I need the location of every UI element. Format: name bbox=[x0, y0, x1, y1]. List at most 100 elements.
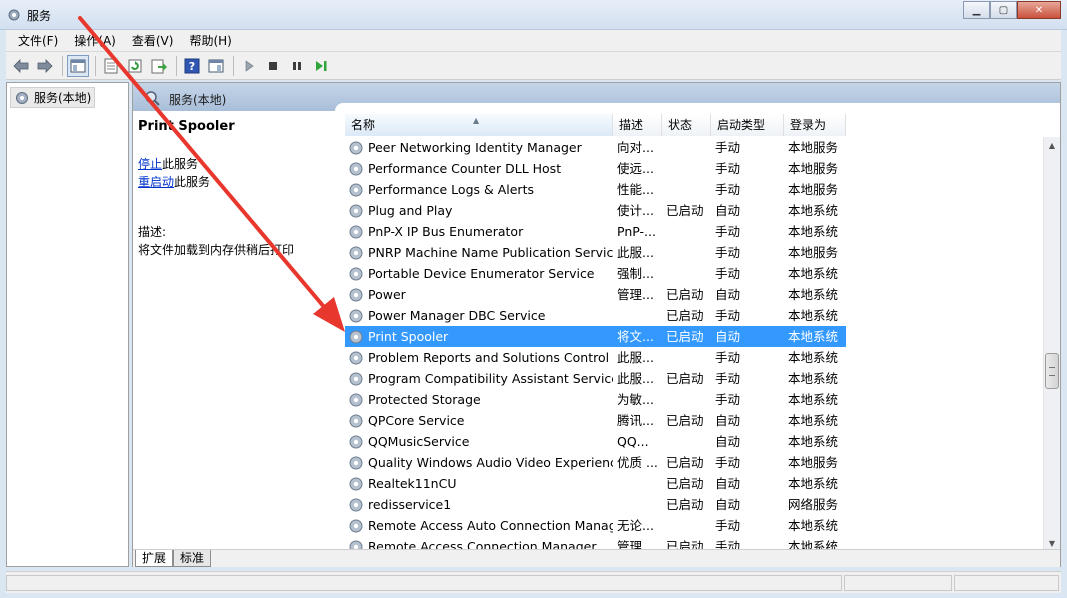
action-pane-button[interactable] bbox=[205, 55, 227, 77]
restart-service-link[interactable]: 重启动 bbox=[138, 175, 174, 189]
table-row[interactable]: Plug and Play 使计... 已启动 自动 本地系统 bbox=[345, 200, 846, 221]
tree-item-services-local[interactable]: 服务(本地) bbox=[10, 87, 96, 108]
service-startup-type: 自动 bbox=[715, 476, 741, 491]
service-name-cell: Portable Device Enumerator Service bbox=[345, 263, 613, 284]
service-status: 已启动 bbox=[666, 287, 704, 302]
service-startup-type: 手动 bbox=[715, 350, 741, 365]
start-service-button[interactable] bbox=[238, 55, 260, 77]
tab-extended[interactable]: 扩展 bbox=[135, 550, 174, 567]
table-row[interactable]: Remote Access Auto Connection Manager 无论.… bbox=[345, 515, 846, 536]
toolbar-separator bbox=[233, 55, 234, 76]
service-log-on-as: 本地系统 bbox=[788, 392, 839, 407]
table-row[interactable]: Problem Reports and Solutions Control ..… bbox=[345, 347, 846, 368]
column-header-log-on-as[interactable]: 登录为 bbox=[784, 114, 846, 136]
service-name: QQMusicService bbox=[368, 434, 470, 449]
table-row[interactable]: Power 管理... 已启动 自动 本地系统 bbox=[345, 284, 846, 305]
menu-file[interactable]: 文件(F) bbox=[10, 32, 66, 49]
service-log-on-as: 本地服务 bbox=[788, 140, 839, 155]
selected-service-title: Print Spooler bbox=[138, 119, 235, 134]
close-button[interactable]: ✕ bbox=[1017, 1, 1061, 19]
service-name-cell: Power Manager DBC Service bbox=[345, 305, 613, 326]
column-header-label: 描述 bbox=[619, 118, 644, 132]
service-gear-icon bbox=[349, 351, 363, 364]
table-row[interactable]: Realtek11nCU 已启动 自动 本地系统 bbox=[345, 473, 846, 494]
table-row[interactable]: PNRP Machine Name Publication Service 此服.… bbox=[345, 242, 846, 263]
restart-service-button[interactable] bbox=[310, 55, 332, 77]
service-startup-type: 自动 bbox=[715, 329, 741, 344]
table-row[interactable]: QQMusicService QQ... 自动 本地系统 bbox=[345, 431, 846, 452]
menu-help[interactable]: 帮助(H) bbox=[181, 32, 239, 49]
column-header-startup-type[interactable]: 启动类型 bbox=[711, 114, 784, 136]
table-row[interactable]: Portable Device Enumerator Service 强制... 手… bbox=[345, 263, 846, 284]
menu-action[interactable]: 操作(A) bbox=[66, 32, 124, 49]
service-status bbox=[662, 158, 711, 179]
service-name-cell: QQMusicService bbox=[345, 431, 613, 452]
service-gear-icon bbox=[349, 372, 363, 385]
vertical-scrollbar[interactable]: ▲ ▼ bbox=[1043, 137, 1060, 551]
properties-icon bbox=[104, 58, 118, 73]
services-gear-icon bbox=[16, 91, 28, 104]
table-row[interactable]: Performance Counter DLL Host 使远... 手动 本地服务 bbox=[345, 158, 846, 179]
service-name: PnP-X IP Bus Enumerator bbox=[368, 224, 524, 239]
service-name: redisservice1 bbox=[368, 497, 452, 512]
scrollbar-thumb[interactable] bbox=[1045, 353, 1059, 389]
column-header-label: 登录为 bbox=[790, 118, 827, 132]
table-row[interactable]: Protected Storage 为敏... 手动 本地系统 bbox=[345, 389, 846, 410]
menu-view[interactable]: 查看(V) bbox=[124, 32, 182, 49]
service-description: 无论... bbox=[617, 518, 654, 533]
service-gear-icon bbox=[349, 498, 363, 511]
refresh-icon bbox=[128, 59, 142, 72]
restart-icon bbox=[316, 60, 327, 71]
table-row[interactable]: redisservice1 已启动 自动 网络服务 bbox=[345, 494, 846, 515]
service-name-cell: QPCore Service bbox=[345, 410, 613, 431]
minimize-button[interactable]: ▁ bbox=[963, 1, 990, 19]
description-text: 将文件加载到内存供稍后打印 bbox=[138, 243, 295, 257]
stop-service-button[interactable] bbox=[262, 55, 284, 77]
service-name-cell: Power bbox=[345, 284, 613, 305]
service-name-cell: redisservice1 bbox=[345, 494, 613, 515]
restart-service-suffix: 此服务 bbox=[174, 175, 211, 189]
forward-arrow-icon bbox=[37, 58, 53, 73]
table-row[interactable]: Quality Windows Audio Video Experience 优质… bbox=[345, 452, 846, 473]
show-console-tree-button[interactable] bbox=[67, 54, 89, 77]
status-bar bbox=[6, 571, 1061, 593]
table-row[interactable]: Print Spooler 将文... 已启动 自动 本地系统 bbox=[345, 326, 846, 347]
pane-header-title: 服务(本地) bbox=[169, 93, 227, 107]
title-bar: 服务 ▁ ▢ ✕ bbox=[0, 0, 1067, 30]
forward-button[interactable] bbox=[34, 55, 56, 77]
refresh-button[interactable] bbox=[124, 55, 146, 77]
service-startup-type: 自动 bbox=[715, 203, 741, 218]
scroll-up-icon[interactable]: ▲ bbox=[1044, 137, 1060, 153]
column-header-description[interactable]: 描述 bbox=[613, 114, 662, 136]
service-status: 已启动 bbox=[666, 497, 704, 512]
help-icon: ? bbox=[184, 58, 200, 73]
properties-button[interactable] bbox=[100, 55, 122, 77]
service-name-cell: Peer Networking Identity Manager bbox=[345, 137, 613, 158]
table-row[interactable]: Performance Logs & Alerts 性能... 手动 本地服务 bbox=[345, 179, 846, 200]
table-row[interactable]: QPCore Service 腾讯... 已启动 自动 本地系统 bbox=[345, 410, 846, 431]
service-description: QQ... bbox=[617, 434, 649, 449]
service-description: 此服... bbox=[617, 371, 654, 386]
stop-service-link[interactable]: 停止 bbox=[138, 157, 162, 171]
service-status: 已启动 bbox=[666, 329, 704, 344]
table-row[interactable]: Peer Networking Identity Manager 向对... 手动 本… bbox=[345, 137, 846, 158]
service-log-on-as: 本地系统 bbox=[788, 266, 839, 281]
export-list-button[interactable] bbox=[148, 55, 170, 77]
maximize-button[interactable]: ▢ bbox=[990, 1, 1017, 19]
pause-service-button[interactable] bbox=[286, 55, 308, 77]
table-row[interactable]: PnP-X IP Bus Enumerator PnP-... 手动 本地系统 bbox=[345, 221, 846, 242]
column-header-status[interactable]: 状态 bbox=[662, 114, 711, 136]
column-header-name[interactable]: ▲ 名称 bbox=[345, 114, 613, 136]
tab-standard[interactable]: 标准 bbox=[173, 550, 212, 567]
back-button[interactable] bbox=[10, 55, 32, 77]
service-detail: Print Spooler 停止此服务 重启动此服务 描述: 将文件加载到内存供… bbox=[133, 111, 335, 551]
search-gear-icon bbox=[145, 91, 160, 106]
service-name: Performance Logs & Alerts bbox=[368, 182, 534, 197]
help-button[interactable]: ? bbox=[181, 55, 203, 77]
service-name: Protected Storage bbox=[368, 392, 481, 407]
service-status bbox=[662, 221, 711, 242]
service-startup-type: 手动 bbox=[715, 224, 741, 239]
table-row[interactable]: Power Manager DBC Service 已启动 手动 本地系统 bbox=[345, 305, 846, 326]
status-segment bbox=[954, 575, 1059, 591]
table-row[interactable]: Program Compatibility Assistant Service 此… bbox=[345, 368, 846, 389]
